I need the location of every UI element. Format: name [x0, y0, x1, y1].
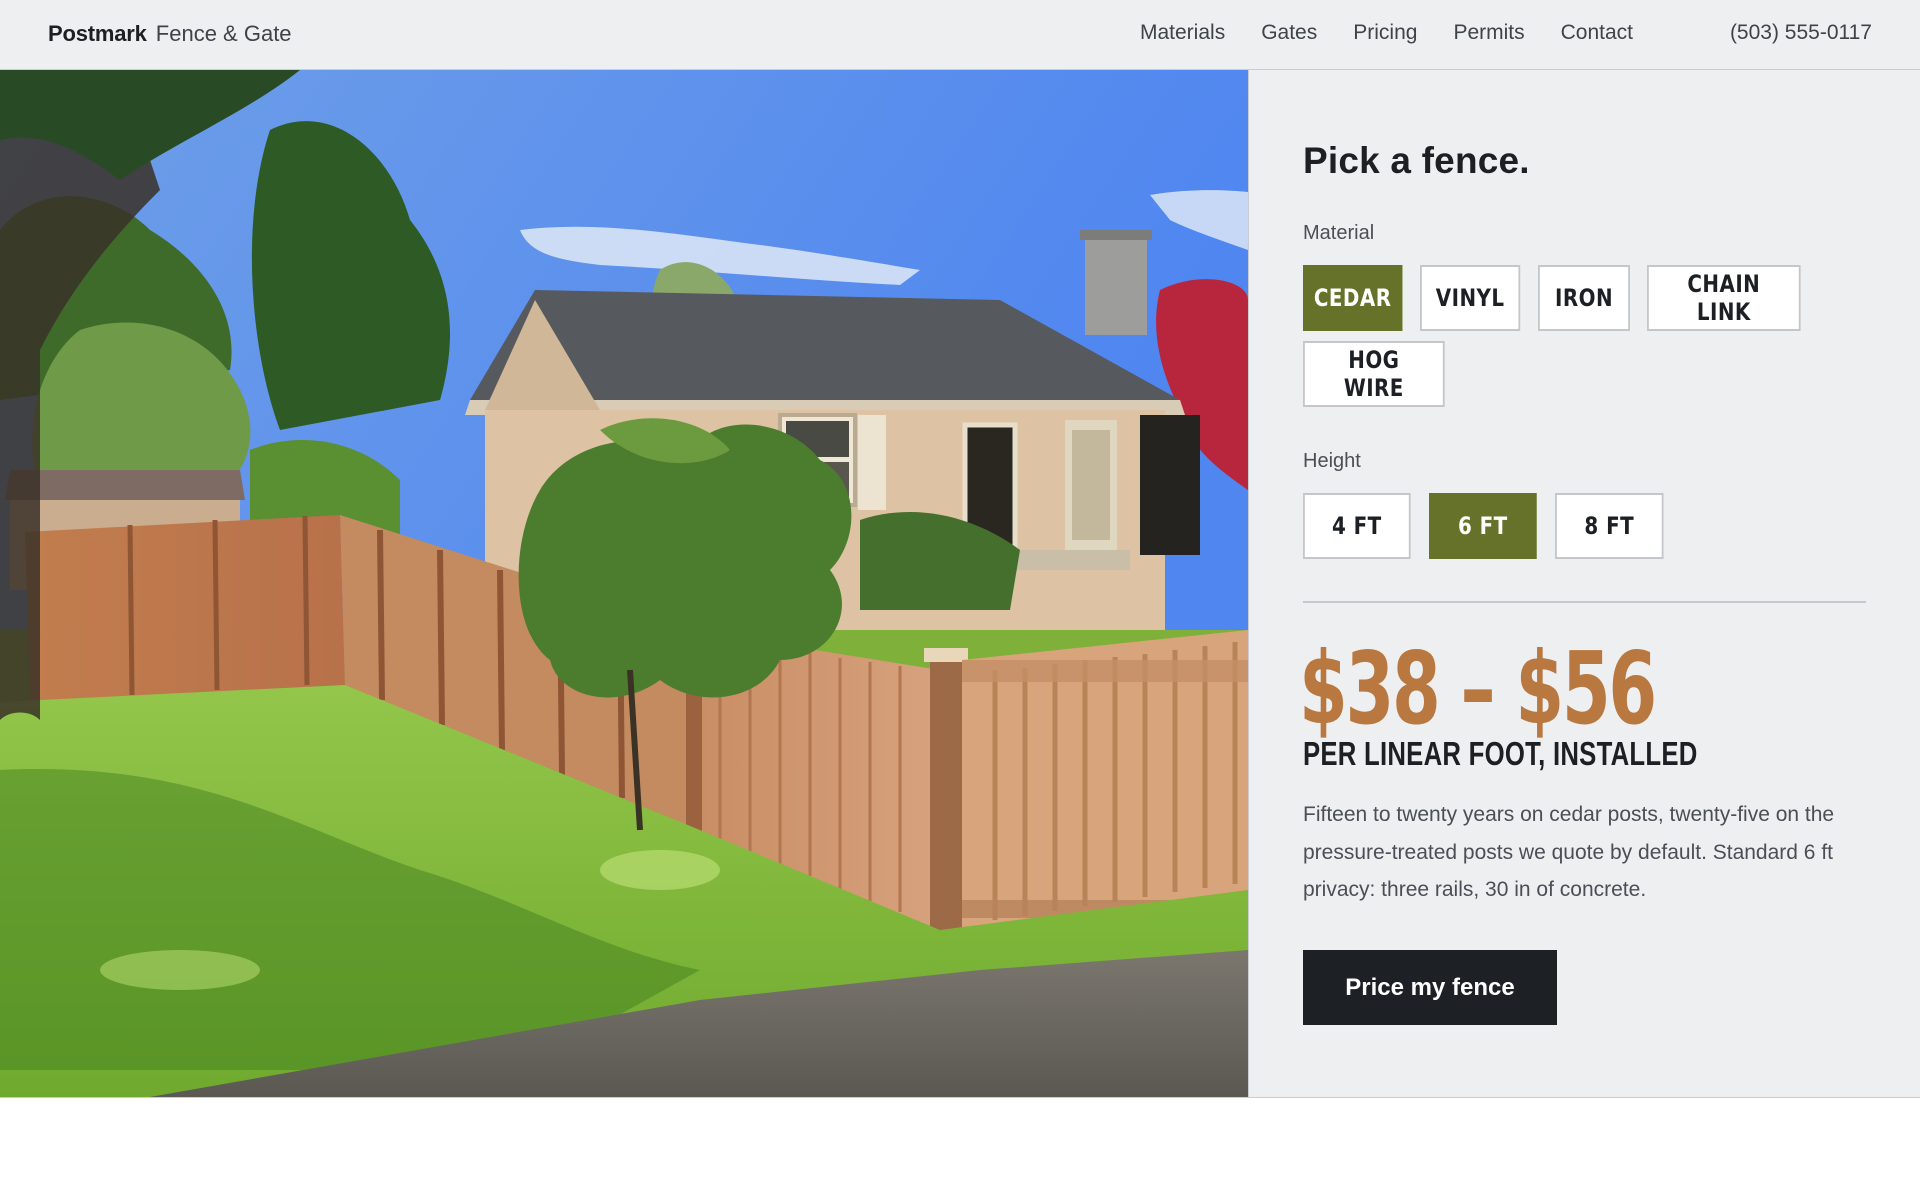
fence-picker-panel: Pick a fence. Material CEDAR VINYL IRON …	[1248, 70, 1920, 1097]
hero-photo	[0, 70, 1248, 1097]
nav-link-contact[interactable]: Contact	[1561, 21, 1633, 45]
phone-number[interactable]: (503) 555-0117	[1730, 21, 1872, 45]
height-options: 4 FT 6 FT 8 FT	[1303, 493, 1823, 559]
site-header: Postmark Fence & Gate Materials Gates Pr…	[0, 0, 1920, 70]
nav-link-pricing[interactable]: Pricing	[1353, 21, 1417, 45]
price-my-fence-button[interactable]: Price my fence	[1303, 950, 1557, 1025]
height-option-4ft[interactable]: 4 FT	[1303, 493, 1411, 559]
brand-subtitle: Fence & Gate	[155, 21, 292, 46]
nav-link-permits[interactable]: Permits	[1453, 21, 1524, 45]
height-option-6ft[interactable]: 6 FT	[1429, 493, 1537, 559]
material-option-vinyl[interactable]: VINYL	[1420, 265, 1521, 331]
price-unit: PER LINEAR FOOT, INSTALLED	[1303, 735, 1698, 772]
hero-bottom-border	[0, 1097, 1920, 1098]
nav-link-gates[interactable]: Gates	[1261, 21, 1317, 45]
material-options: CEDAR VINYL IRON CHAIN LINK HOG WIRE	[1303, 265, 1823, 407]
material-option-chain-link[interactable]: CHAIN LINK	[1647, 265, 1801, 331]
nav-link-materials[interactable]: Materials	[1140, 21, 1225, 45]
brand-logo[interactable]: Postmark Fence & Gate	[48, 21, 292, 47]
height-label: Height	[1303, 450, 1361, 472]
height-option-8ft[interactable]: 8 FT	[1555, 493, 1664, 559]
divider	[1303, 601, 1866, 603]
material-label: Material	[1303, 222, 1375, 244]
main-nav: Materials Gates Pricing Permits Contact	[1140, 21, 1633, 45]
material-option-cedar[interactable]: CEDAR	[1303, 265, 1403, 331]
material-option-iron[interactable]: IRON	[1538, 265, 1630, 331]
material-option-hog-wire[interactable]: HOG WIRE	[1303, 341, 1445, 407]
panel-heading: Pick a fence.	[1303, 140, 1530, 181]
brand-name: Postmark	[48, 21, 147, 46]
house-fence-illustration	[0, 70, 1248, 1097]
price-range: $38 – $56	[1299, 630, 1657, 747]
price-description: Fifteen to twenty years on cedar posts, …	[1303, 803, 1835, 901]
